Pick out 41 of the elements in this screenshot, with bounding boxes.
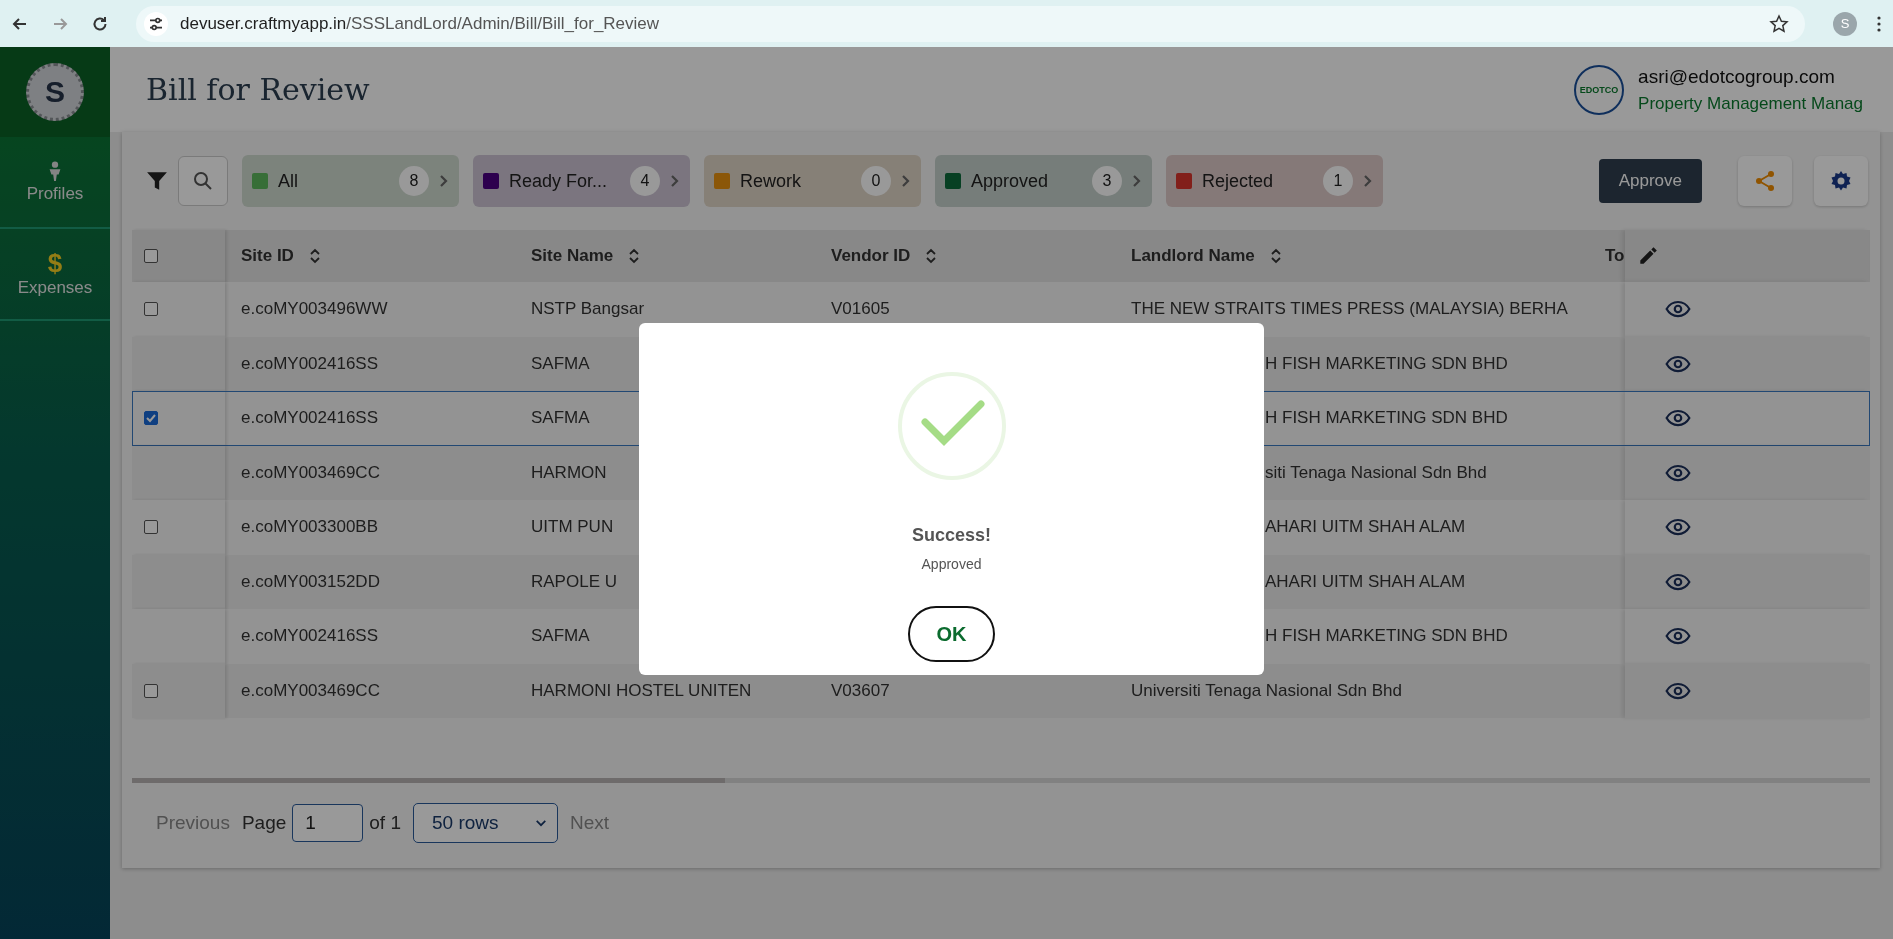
- table-cell: V01605: [831, 299, 890, 320]
- table-cell: e.coMY003469CC: [241, 680, 380, 701]
- table-cell: H FISH MARKETING SDN BHD: [1265, 626, 1508, 647]
- table-cell: siti Tenaga Nasional Sdn Bhd: [1265, 462, 1487, 483]
- user-email: asri@edotcogroup.com: [1638, 65, 1836, 88]
- table-cell: SAFMA: [531, 626, 590, 647]
- page-title: Bill for Review: [146, 72, 370, 107]
- table-cell: e.coMY003152DD: [241, 571, 380, 592]
- table-cell: SAFMA: [531, 408, 590, 429]
- user-role: Property Management Manag: [1638, 93, 1863, 114]
- page-count: of 1: [369, 812, 401, 834]
- table-cell: UITM PUN: [531, 517, 614, 538]
- dollar-icon: $: [47, 250, 63, 276]
- count-badge: 3: [1092, 166, 1122, 196]
- table-cell: V03607: [831, 680, 890, 701]
- table-cell: e.coMY003496WW: [241, 299, 388, 320]
- table-cell: e.coMY002416SS: [241, 408, 379, 429]
- table-cell: SAFMA: [531, 353, 590, 374]
- table-cell: NSTP Bangsar: [531, 299, 645, 320]
- table-cell: e.coMY002416SS: [241, 626, 379, 647]
- table-cell: H FISH MARKETING SDN BHD: [1265, 408, 1508, 429]
- page-label: Page: [241, 812, 287, 834]
- table-cell: THE NEW STRAITS TIMES PRESS (MALAYSIA) BERHA: [1131, 299, 1568, 320]
- table-cell: HARMONI HOSTEL UNITEN: [531, 680, 752, 701]
- table-cell: HARMON: [531, 462, 607, 483]
- company-logo: EDOTCO: [1574, 64, 1625, 115]
- dialog-message: Approved: [921, 556, 982, 572]
- count-badge: 1: [1323, 166, 1353, 196]
- table-cell: e.coMY003469CC: [241, 462, 380, 483]
- table-cell: e.coMY002416SS: [241, 353, 379, 374]
- count-badge: 8: [399, 166, 429, 196]
- table-cell: RAPOLE U: [531, 571, 617, 592]
- count-badge: 0: [861, 166, 891, 196]
- table-cell: Universiti Tenaga Nasional Sdn Bhd: [1131, 680, 1402, 701]
- table-cell: e.coMY003300BB: [241, 517, 379, 538]
- url-text: devuser.craftmyapp.in/SSSLandLord/Admin/Bill/Bill_for_Review: [180, 13, 660, 34]
- count-badge: 4: [630, 166, 660, 196]
- table-cell: AHARI UITM SHAH ALAM: [1265, 517, 1466, 538]
- table-cell: H FISH MARKETING SDN BHD: [1265, 353, 1508, 374]
- table-cell: AHARI UITM SHAH ALAM: [1265, 571, 1466, 592]
- dialog-title: Success!: [911, 525, 992, 546]
